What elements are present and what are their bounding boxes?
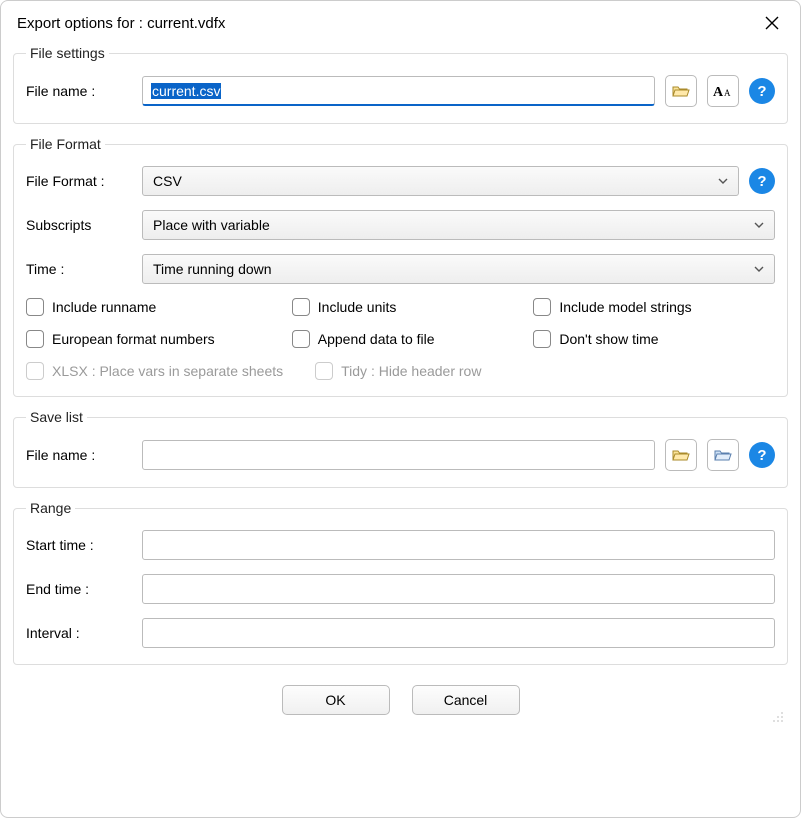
font-icon: AA	[713, 83, 733, 99]
range-legend: Range	[26, 500, 75, 516]
savelist-browse-alt-button[interactable]	[707, 439, 739, 471]
checkbox-label: Append data to file	[318, 331, 435, 347]
end-time-input[interactable]	[142, 574, 775, 604]
resize-grip-icon[interactable]	[770, 709, 784, 723]
save-list-group: Save list File name : ?	[13, 409, 788, 488]
checkbox-label: Include model strings	[559, 299, 691, 315]
tidy-hide-header-checkbox: Tidy : Hide header row	[315, 362, 481, 380]
file-format-select[interactable]: CSV	[142, 166, 739, 196]
interval-input[interactable]	[142, 618, 775, 648]
start-time-input[interactable]	[142, 530, 775, 560]
checkbox-label: European format numbers	[52, 331, 215, 347]
file-format-legend: File Format	[26, 136, 105, 152]
checkbox-icon	[533, 330, 551, 348]
window-title: Export options for : current.vdfx	[17, 15, 225, 32]
european-format-checkbox[interactable]: European format numbers	[26, 330, 292, 348]
checkbox-icon	[26, 298, 44, 316]
cancel-button[interactable]: Cancel	[412, 685, 520, 715]
folder-open-icon	[714, 448, 732, 462]
close-icon	[765, 16, 779, 30]
chevron-down-icon	[754, 222, 764, 228]
end-time-label: End time :	[26, 581, 132, 597]
xlsx-separate-sheets-checkbox: XLSX : Place vars in separate sheets	[26, 362, 283, 380]
file-format-group: File Format File Format : CSV ? Subscrip…	[13, 136, 788, 397]
titlebar: Export options for : current.vdfx	[1, 1, 800, 45]
folder-open-icon	[672, 448, 690, 462]
checkbox-icon	[26, 330, 44, 348]
dialog-content: File settings File name : current.csv AA…	[1, 45, 800, 817]
time-value: Time running down	[153, 261, 272, 277]
subscripts-select[interactable]: Place with variable	[142, 210, 775, 240]
file-settings-group: File settings File name : current.csv AA…	[13, 45, 788, 124]
time-label: Time :	[26, 261, 132, 277]
include-runname-checkbox[interactable]: Include runname	[26, 298, 292, 316]
filename-value: current.csv	[151, 83, 221, 99]
filename-input[interactable]: current.csv	[142, 76, 655, 106]
help-icon: ?	[757, 83, 766, 100]
help-button[interactable]: ?	[749, 442, 775, 468]
export-options-dialog: Export options for : current.vdfx File s…	[0, 0, 801, 818]
interval-label: Interval :	[26, 625, 132, 641]
close-button[interactable]	[758, 9, 786, 37]
checkbox-icon	[26, 362, 44, 380]
checkbox-label: Include units	[318, 299, 397, 315]
checkbox-label: Tidy : Hide header row	[341, 363, 481, 379]
checkbox-label: XLSX : Place vars in separate sheets	[52, 363, 283, 379]
file-format-label: File Format :	[26, 173, 132, 189]
savelist-filename-input[interactable]	[142, 440, 655, 470]
help-icon: ?	[757, 447, 766, 464]
savelist-browse-button[interactable]	[665, 439, 697, 471]
font-button[interactable]: AA	[707, 75, 739, 107]
checkbox-label: Include runname	[52, 299, 156, 315]
start-time-label: Start time :	[26, 537, 132, 553]
ok-label: OK	[325, 692, 345, 708]
range-group: Range Start time : End time : Interval :	[13, 500, 788, 665]
chevron-down-icon	[754, 266, 764, 272]
time-select[interactable]: Time running down	[142, 254, 775, 284]
save-list-legend: Save list	[26, 409, 87, 425]
checkbox-icon	[533, 298, 551, 316]
file-format-value: CSV	[153, 173, 182, 189]
subscripts-value: Place with variable	[153, 217, 270, 233]
dont-show-time-checkbox[interactable]: Don't show time	[533, 330, 775, 348]
include-units-checkbox[interactable]: Include units	[292, 298, 534, 316]
help-button[interactable]: ?	[749, 168, 775, 194]
dialog-footer: OK Cancel	[13, 677, 788, 725]
subscripts-label: Subscripts	[26, 217, 132, 233]
format-checkboxes: Include runname Include units Include mo…	[26, 298, 775, 348]
file-settings-legend: File settings	[26, 45, 109, 61]
cancel-label: Cancel	[444, 692, 488, 708]
help-icon: ?	[757, 173, 766, 190]
append-data-checkbox[interactable]: Append data to file	[292, 330, 534, 348]
folder-open-icon	[672, 84, 690, 98]
format-checkboxes-disabled: XLSX : Place vars in separate sheets Tid…	[26, 362, 775, 380]
checkbox-label: Don't show time	[559, 331, 658, 347]
checkbox-icon	[292, 330, 310, 348]
filename-label: File name :	[26, 83, 132, 99]
help-button[interactable]: ?	[749, 78, 775, 104]
browse-button[interactable]	[665, 75, 697, 107]
chevron-down-icon	[718, 178, 728, 184]
checkbox-icon	[292, 298, 310, 316]
svg-text:A: A	[724, 88, 731, 98]
savelist-filename-label: File name :	[26, 447, 132, 463]
svg-text:A: A	[713, 85, 724, 99]
ok-button[interactable]: OK	[282, 685, 390, 715]
checkbox-icon	[315, 362, 333, 380]
include-model-strings-checkbox[interactable]: Include model strings	[533, 298, 775, 316]
